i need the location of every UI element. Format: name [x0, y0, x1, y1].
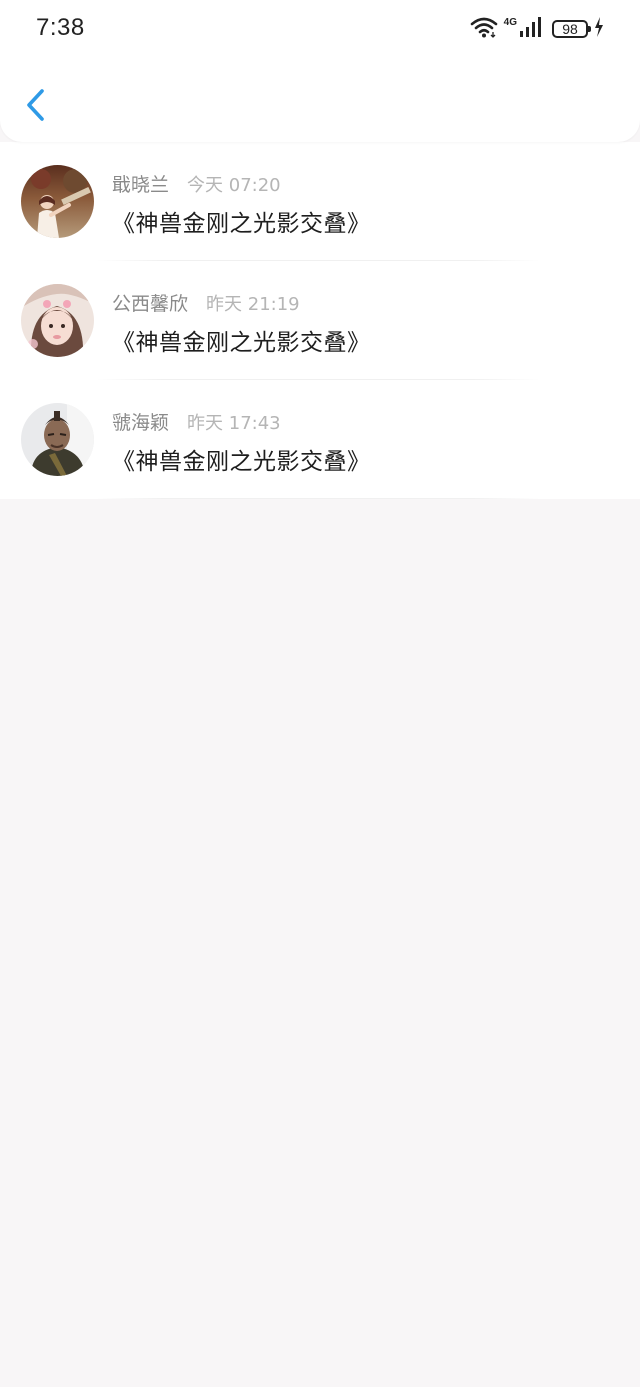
item-title: 《神兽金刚之光影交叠》 [112, 211, 371, 237]
avatar[interactable] [21, 403, 94, 476]
wifi-icon [470, 16, 498, 42]
timestamp: 昨天 21:19 [206, 294, 300, 315]
app-header: 7:38 4G 98 [0, 0, 640, 142]
battery-icon: 98 [552, 20, 591, 38]
timestamp: 昨天 17:43 [187, 413, 281, 434]
sender-name: 公西馨欣 [112, 293, 189, 315]
list-item[interactable]: 公西馨欣 昨天 21:19 《神兽金刚之光影交叠》 [0, 261, 640, 380]
timestamp: 今天 07:20 [187, 175, 281, 196]
sender-name: 虢海颖 [112, 412, 170, 434]
network-type-label: 4G [503, 17, 517, 28]
item-title: 《神兽金刚之光影交叠》 [112, 449, 371, 475]
avatar[interactable] [21, 284, 94, 357]
item-meta: 戢晓兰 今天 07:20 [112, 170, 281, 197]
chevron-left-icon [25, 88, 47, 126]
message-list: 戢晓兰 今天 07:20 《神兽金刚之光影交叠》 公西馨欣 昨天 21:19 《… [0, 142, 640, 499]
item-meta: 公西馨欣 昨天 21:19 [112, 289, 300, 316]
status-icons: 4G 98 [470, 16, 604, 42]
avatar[interactable] [21, 165, 94, 238]
list-item[interactable]: 戢晓兰 今天 07:20 《神兽金刚之光影交叠》 [0, 142, 640, 261]
item-title: 《神兽金刚之光影交叠》 [112, 330, 371, 356]
item-meta: 虢海颖 昨天 17:43 [112, 408, 281, 435]
charging-icon [594, 17, 604, 41]
signal-icon [520, 17, 544, 41]
list-item[interactable]: 虢海颖 昨天 17:43 《神兽金刚之光影交叠》 [0, 380, 640, 499]
back-button[interactable] [16, 82, 56, 132]
sender-name: 戢晓兰 [112, 174, 170, 196]
battery-level: 98 [562, 21, 578, 37]
divider [96, 498, 540, 499]
status-time: 7:38 [36, 14, 85, 41]
